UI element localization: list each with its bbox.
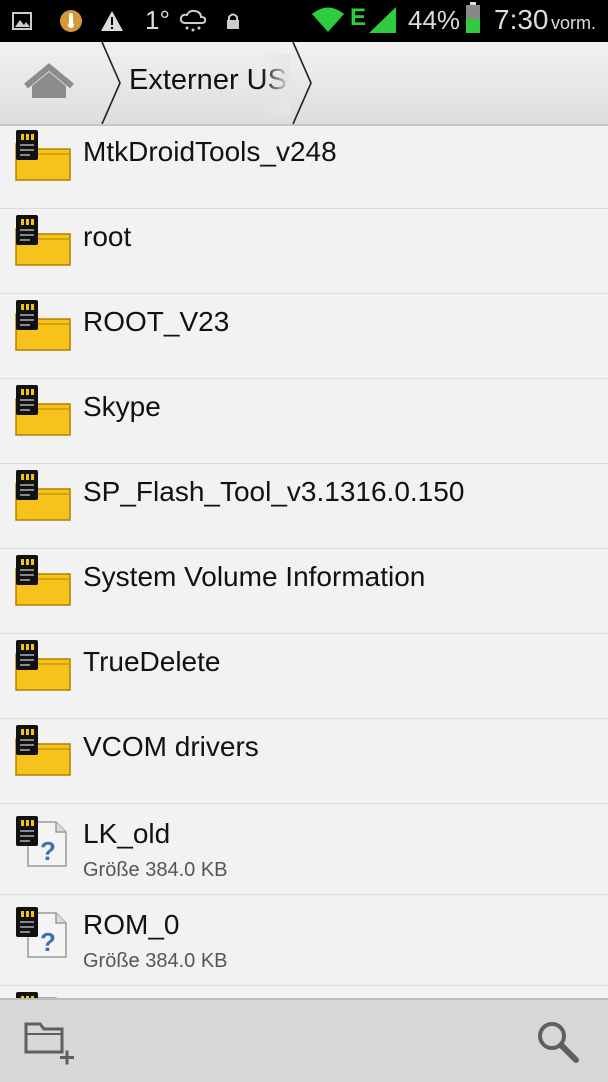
battery-icon bbox=[465, 2, 481, 33]
wifi-icon bbox=[310, 6, 346, 32]
image-icon bbox=[12, 8, 32, 34]
bottom-bar bbox=[0, 998, 608, 1082]
folder-icon bbox=[14, 298, 72, 357]
file-row[interactable]: ?Reinsdorter Coma thilosuter (Nich bbox=[0, 986, 608, 998]
warning-icon bbox=[100, 8, 124, 34]
folder-row[interactable]: MtkDroidTools_v248 bbox=[0, 124, 608, 209]
svg-text:?: ? bbox=[40, 927, 56, 957]
battery-percent-text: 44% bbox=[408, 5, 461, 35]
clock-text: 7:30 bbox=[494, 4, 549, 35]
unknown-file-icon: ? bbox=[14, 905, 72, 964]
item-name: root bbox=[83, 221, 132, 252]
network-type-text: E bbox=[350, 4, 367, 31]
folder-row[interactable]: VCOM drivers bbox=[0, 719, 608, 804]
breadcrumb-separator bbox=[101, 42, 121, 124]
unknown-file-icon: ? bbox=[14, 990, 72, 998]
folder-row[interactable]: TrueDelete bbox=[0, 634, 608, 719]
thermometer-icon bbox=[59, 8, 83, 34]
item-name: SP_Flash_Tool_v3.1316.0.150 bbox=[83, 476, 465, 507]
folder-row[interactable]: SP_Flash_Tool_v3.1316.0.150 bbox=[0, 464, 608, 549]
folder-row[interactable]: Skype bbox=[0, 379, 608, 464]
file-row[interactable]: ? LK_old Größe 384.0 KB bbox=[0, 804, 608, 895]
folder-row[interactable]: System Volume Information bbox=[0, 549, 608, 634]
weather-snow-icon bbox=[178, 8, 208, 34]
folder-icon bbox=[14, 383, 72, 442]
folder-icon bbox=[14, 213, 72, 272]
ampm-text: vorm. bbox=[551, 13, 596, 33]
item-name: System Volume Information bbox=[83, 561, 426, 592]
folder-row[interactable]: ROOT_V23 bbox=[0, 294, 608, 379]
file-row[interactable]: ? ROM_0 Größe 384.0 KB bbox=[0, 895, 608, 986]
home-button[interactable] bbox=[0, 42, 100, 124]
item-name: Skype bbox=[83, 391, 161, 422]
folder-row[interactable]: root bbox=[0, 209, 608, 294]
temperature-text: 1° bbox=[145, 5, 170, 35]
file-list[interactable]: MtkDroidTools_v248root ROOT_V23 Skype SP_Fl… bbox=[0, 124, 608, 998]
new-folder-icon bbox=[24, 1022, 74, 1065]
breadcrumb-fade bbox=[262, 54, 290, 114]
new-folder-button[interactable] bbox=[20, 1014, 80, 1068]
breadcrumb: Externer US bbox=[0, 42, 608, 126]
search-button[interactable] bbox=[534, 1018, 582, 1066]
item-name: LK_old bbox=[83, 818, 171, 849]
item-name: ROM_0 bbox=[83, 909, 180, 940]
search-icon bbox=[538, 1022, 579, 1063]
status-bar: 1° E 44% 7:30 vorm. bbox=[0, 0, 608, 42]
folder-icon bbox=[14, 468, 72, 527]
folder-icon bbox=[14, 723, 72, 782]
signal-icon bbox=[368, 7, 398, 33]
folder-icon bbox=[14, 553, 72, 612]
lock-icon bbox=[226, 8, 240, 34]
item-name: TrueDelete bbox=[83, 646, 221, 677]
item-name: MtkDroidTools_v248 bbox=[83, 136, 337, 167]
item-name: VCOM drivers bbox=[83, 731, 259, 762]
item-size: Größe 384.0 KB bbox=[83, 859, 228, 881]
folder-icon bbox=[14, 128, 72, 187]
svg-text:?: ? bbox=[40, 836, 56, 866]
item-size: Größe 384.0 KB bbox=[83, 950, 228, 972]
folder-icon bbox=[14, 638, 72, 697]
item-name: ROOT_V23 bbox=[83, 306, 230, 337]
unknown-file-icon: ? bbox=[14, 814, 72, 873]
home-icon bbox=[24, 63, 74, 98]
breadcrumb-separator bbox=[292, 42, 312, 124]
